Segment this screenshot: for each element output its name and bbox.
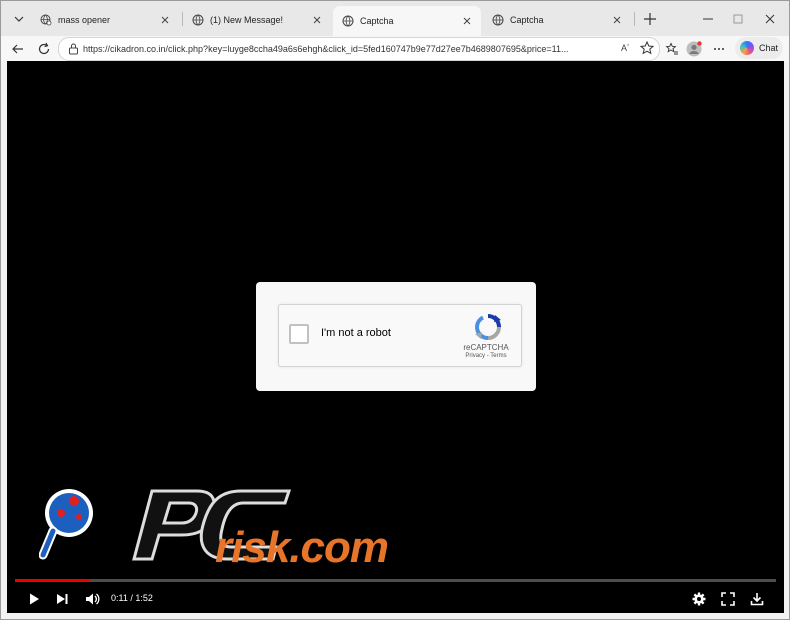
volume-button[interactable] xyxy=(83,590,101,608)
profile-button[interactable] xyxy=(684,39,704,59)
arrow-left-icon xyxy=(12,44,23,54)
tab-close-button[interactable] xyxy=(609,12,625,28)
back-button[interactable] xyxy=(8,39,28,59)
video-settings-button[interactable] xyxy=(690,590,708,608)
tab-title: Captcha xyxy=(360,16,394,26)
watermark-text: risk.com xyxy=(215,523,389,572)
pcrisk-watermark: risk.com xyxy=(39,479,509,579)
volume-icon xyxy=(86,593,100,605)
play-icon xyxy=(30,593,39,605)
minimize-icon xyxy=(703,18,713,20)
skip-next-icon xyxy=(57,594,68,604)
site-info-icon[interactable] xyxy=(67,42,80,55)
download-button[interactable] xyxy=(748,590,766,608)
tab-title: mass opener xyxy=(58,14,111,25)
globe-search-icon xyxy=(40,14,52,25)
window-bottom-border xyxy=(1,613,789,619)
refresh-icon xyxy=(38,42,50,55)
maximize-button[interactable] xyxy=(729,10,747,28)
page-content: I'm not a robot reCAPTCHA Privacy - Term… xyxy=(7,61,784,613)
tab-title: (1) New Message! xyxy=(210,14,284,25)
favorites-list-icon xyxy=(665,42,678,55)
tab-list-button[interactable] xyxy=(9,9,29,29)
avatar-icon xyxy=(686,41,702,57)
url-text[interactable]: https://cikadron.co.in/click.php?key=luy… xyxy=(83,42,611,56)
navigation-toolbar: https://cikadron.co.in/click.php?key=luy… xyxy=(1,36,789,61)
close-icon xyxy=(313,16,321,23)
fullscreen-button[interactable] xyxy=(719,590,737,608)
recaptcha-links: Privacy - Terms xyxy=(451,353,521,359)
tab-captcha[interactable]: Captcha xyxy=(483,6,631,33)
tab-mass-opener[interactable]: mass opener xyxy=(31,6,179,33)
close-window-button[interactable] xyxy=(761,10,779,28)
copilot-icon xyxy=(740,41,754,55)
read-aloud-icon[interactable]: Aʼ xyxy=(617,40,633,56)
globe-icon xyxy=(192,14,204,25)
video-controls: 0:11 / 1:52 xyxy=(7,585,784,613)
settings-more-button[interactable] xyxy=(709,39,729,59)
recaptcha-logo-icon xyxy=(475,314,501,340)
tab-close-button[interactable] xyxy=(157,12,173,28)
recaptcha-brand: reCAPTCHA xyxy=(463,343,509,352)
tab-close-button[interactable] xyxy=(459,13,475,29)
not-a-robot-checkbox[interactable] xyxy=(289,324,309,344)
tab-new-message[interactable]: (1) New Message! xyxy=(183,6,331,33)
gear-icon xyxy=(692,592,706,606)
privacy-link[interactable]: Privacy xyxy=(465,353,485,359)
plus-icon xyxy=(644,13,656,25)
browser-window: mass opener (1) New Message! Captcha Cap… xyxy=(0,0,790,620)
tab-divider xyxy=(634,12,635,26)
refresh-button[interactable] xyxy=(34,39,54,59)
terms-link[interactable]: Terms xyxy=(490,353,506,359)
minimize-button[interactable] xyxy=(699,10,717,28)
globe-icon xyxy=(492,14,504,25)
close-icon xyxy=(613,16,621,23)
tab-title: Captcha xyxy=(510,14,544,25)
chevron-down-icon xyxy=(14,16,24,22)
play-button[interactable] xyxy=(25,590,43,608)
recaptcha-widget: I'm not a robot reCAPTCHA Privacy - Term… xyxy=(278,304,522,367)
copilot-label: Chat xyxy=(759,43,779,53)
video-time: 0:11 / 1:52 xyxy=(111,593,153,603)
tab-captcha-active[interactable]: Captcha xyxy=(333,6,481,36)
new-tab-button[interactable] xyxy=(641,10,659,28)
tab-close-button[interactable] xyxy=(309,12,325,28)
favorites-button[interactable] xyxy=(662,39,682,59)
copilot-chat-button[interactable]: Chat xyxy=(735,37,783,59)
close-icon xyxy=(161,16,169,23)
address-bar[interactable]: https://cikadron.co.in/click.php?key=luy… xyxy=(58,37,660,61)
close-icon xyxy=(463,17,471,25)
download-icon xyxy=(750,593,764,606)
maximize-icon xyxy=(733,14,743,24)
video-progress-bar[interactable] xyxy=(15,579,776,582)
checkbox-label[interactable]: I'm not a robot xyxy=(321,327,391,339)
next-button[interactable] xyxy=(53,590,71,608)
more-horizontal-icon xyxy=(714,48,724,50)
star-icon[interactable] xyxy=(639,40,655,56)
globe-icon xyxy=(342,15,354,27)
tab-strip: mass opener (1) New Message! Captcha Cap… xyxy=(1,1,789,36)
captcha-card: I'm not a robot reCAPTCHA Privacy - Term… xyxy=(256,282,536,391)
video-progress-fill xyxy=(15,579,90,582)
fullscreen-icon xyxy=(721,592,735,606)
close-icon xyxy=(765,14,775,24)
